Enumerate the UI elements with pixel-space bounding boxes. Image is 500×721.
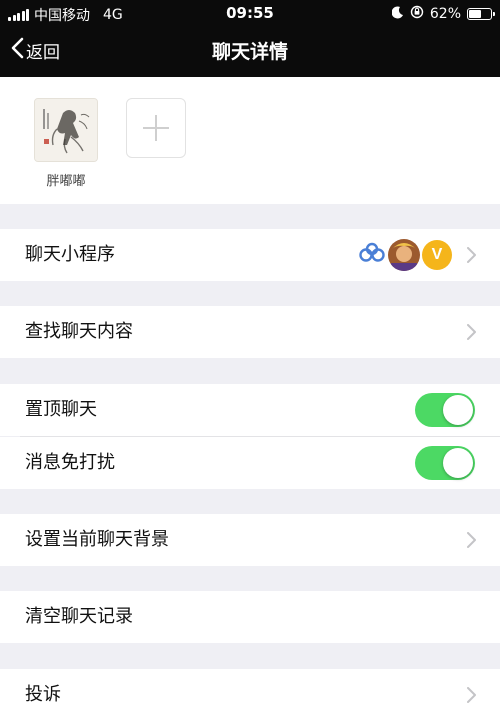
toggle-knob [443, 448, 473, 478]
chevron-right-icon [467, 324, 476, 344]
back-button[interactable]: 返回 [10, 37, 60, 64]
nav-bar: 返回 聊天详情 [0, 28, 500, 77]
battery-percent: 62% [429, 6, 461, 22]
sticky-chat-row: 置顶聊天 [0, 384, 500, 436]
chevron-left-icon [10, 37, 24, 64]
status-right: 62% [391, 5, 495, 23]
mini-program-icons: V [358, 238, 452, 272]
toggle-knob [443, 395, 473, 425]
mini-program-label: 聊天小程序 [25, 244, 115, 265]
mini-program-icon [358, 242, 386, 268]
search-chat-label: 查找聊天内容 [25, 321, 133, 342]
avatar [34, 98, 98, 162]
battery-icon [467, 8, 495, 20]
report-label: 投诉 [25, 684, 61, 705]
top-bar: 中国移动 4G 09:55 62% 返回 聊天详情 [0, 0, 500, 77]
status-bar: 中国移动 4G 09:55 62% [0, 0, 500, 28]
page-title: 聊天详情 [211, 41, 288, 63]
chevron-right-icon [467, 532, 476, 552]
orientation-lock-icon [410, 5, 424, 23]
report-row[interactable]: 投诉 [0, 669, 500, 721]
v-badge: V [422, 240, 452, 270]
moon-icon [391, 5, 404, 23]
member-name: 胖嘟嘟 [46, 174, 86, 189]
back-label: 返回 [26, 43, 60, 63]
chevron-right-icon [467, 687, 476, 707]
clear-history-label: 清空聊天记录 [25, 606, 133, 627]
chat-background-row[interactable]: 设置当前聊天背景 [0, 514, 500, 566]
mute-toggle[interactable] [415, 446, 475, 480]
sticky-chat-label: 置顶聊天 [25, 399, 97, 420]
member-item[interactable]: 胖嘟嘟 [34, 98, 98, 189]
game-avatar [388, 239, 420, 271]
add-member-button[interactable] [126, 98, 186, 158]
mute-row: 消息免打扰 [0, 437, 500, 489]
mini-program-row[interactable]: 聊天小程序 V [0, 229, 500, 281]
sticky-chat-toggle[interactable] [415, 393, 475, 427]
chat-background-label: 设置当前聊天背景 [25, 529, 169, 550]
members-section: 胖嘟嘟 [0, 77, 500, 204]
clear-history-row[interactable]: 清空聊天记录 [0, 591, 500, 643]
mute-label: 消息免打扰 [25, 452, 115, 473]
chevron-right-icon [467, 247, 476, 267]
search-chat-row[interactable]: 查找聊天内容 [0, 306, 500, 358]
